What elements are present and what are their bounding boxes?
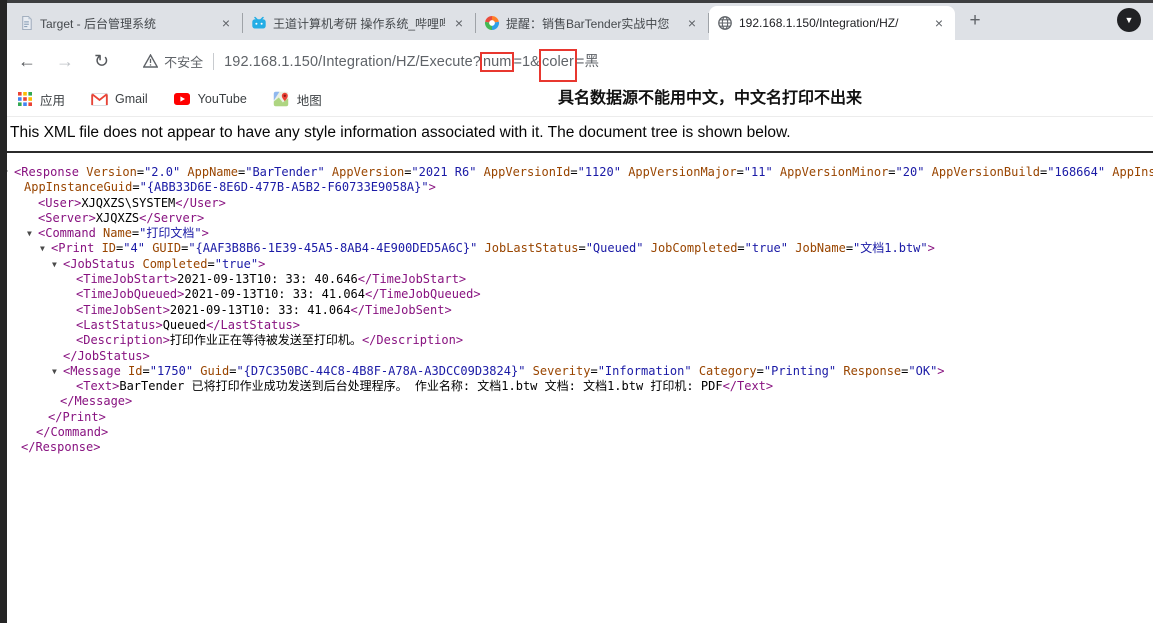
xml-line: AppInstanceGuid="{ABB33D6E-8E6D-477B-A5B…: [0, 180, 1153, 195]
document-icon: [18, 15, 34, 31]
xml-viewer-page: This XML file does not appear to have an…: [0, 117, 1153, 456]
xml-line: <Text>BarTender 已将打印作业成功发送到后台处理程序。 作业名称:…: [0, 379, 1153, 394]
url-param-highlight-box: coler: [539, 49, 577, 82]
new-tab-button[interactable]: +: [961, 7, 989, 35]
site-security-chip[interactable]: 不安全: [143, 52, 203, 71]
xml-line: <Description>打印作业正在等待被发送至打印机。</Descripti…: [0, 333, 1153, 348]
tab-title: 192.168.1.150/Integration/HZ/: [739, 16, 925, 30]
reload-icon[interactable]: ↻: [94, 52, 109, 70]
xml-line: </Print>: [0, 410, 1153, 425]
tab-title: 王道计算机考研 操作系统_哔哩哔: [273, 15, 445, 32]
tab-title: Target - 后台管理系统: [40, 15, 212, 32]
xml-line: </JobStatus>: [0, 349, 1153, 364]
bookmark-应用[interactable]: 应用: [16, 90, 65, 109]
youtube-icon: [174, 91, 191, 108]
url-field[interactable]: 192.168.1.150/Integration/HZ/Execute?num…: [224, 50, 599, 72]
tab-4[interactable]: 192.168.1.150/Integration/HZ/ ×: [709, 6, 955, 40]
url-segment: =1&: [513, 54, 540, 70]
bookmark-label: 地图: [297, 90, 322, 109]
bilibili-icon: [251, 15, 267, 31]
xml-line: ▼<Response Version="2.0" AppName="BarTen…: [0, 165, 1153, 180]
xml-line: <Server>XJQXZS</Server>: [0, 211, 1153, 226]
collapse-arrow-icon[interactable]: ▼: [40, 241, 51, 256]
bookmark-label: Gmail: [115, 92, 148, 106]
xml-line: </Response>: [0, 440, 1153, 455]
tab-2[interactable]: 王道计算机考研 操作系统_哔哩哔 ×: [243, 6, 475, 40]
url-param-highlight-box: num: [480, 52, 515, 72]
xml-line: ▼<Command Name="打印文档">: [0, 226, 1153, 241]
xml-style-notice: This XML file does not appear to have an…: [0, 117, 1153, 153]
close-tab-icon[interactable]: ×: [684, 15, 700, 31]
annotation-note: 具名数据源不能用中文，中文名打印不出来: [558, 84, 862, 108]
tab-3[interactable]: 提醒：销售BarTender实战中您 ×: [476, 6, 708, 40]
screen-left-edge: [0, 0, 7, 623]
browser-toolbar: ← → ↻ 不安全 192.168.1.150/Integration/HZ/E…: [0, 40, 1153, 82]
bookmark-YouTube[interactable]: YouTube: [174, 91, 247, 108]
tab-strip: Target - 后台管理系统×王道计算机考研 操作系统_哔哩哔×提醒：销售Ba…: [0, 0, 1153, 40]
close-tab-icon[interactable]: ×: [218, 15, 234, 31]
xml-line: <TimeJobSent>2021-09-13T10: 33: 41.064</…: [0, 303, 1153, 318]
bookmarks-container: 应用 Gmail YouTube 地图: [16, 90, 348, 109]
bookmark-label: 应用: [40, 90, 65, 109]
tab-title: 提醒：销售BarTender实战中您: [506, 15, 678, 32]
xml-line: ▼<Message Id="1750" Guid="{D7C350BC-44C8…: [0, 364, 1153, 379]
xml-line: </Command>: [0, 425, 1153, 440]
back-icon[interactable]: ←: [18, 52, 36, 70]
globe-icon: [717, 15, 733, 31]
xml-tree: ▼<Response Version="2.0" AppName="BarTen…: [0, 153, 1153, 456]
xml-line: ▼<JobStatus Completed="true">: [0, 257, 1153, 272]
maps-icon: [273, 91, 290, 108]
warning-icon: [143, 54, 158, 68]
tab-search-dropdown-button[interactable]: ▼: [1117, 8, 1141, 32]
csdn-icon: [484, 15, 500, 31]
xml-line: <User>XJQXZS\SYSTEM</User>: [0, 196, 1153, 211]
chevron-down-icon: ▼: [1125, 15, 1134, 25]
apps-grid-icon: [16, 91, 33, 108]
forward-icon[interactable]: →: [56, 52, 74, 70]
security-label: 不安全: [164, 52, 203, 71]
tab-1[interactable]: Target - 后台管理系统 ×: [10, 6, 242, 40]
omnibox-separator: [213, 53, 214, 70]
bookmark-地图[interactable]: 地图: [273, 90, 322, 109]
collapse-arrow-icon[interactable]: ▼: [52, 257, 63, 272]
close-tab-icon[interactable]: ×: [931, 15, 947, 31]
xml-line: </Message>: [0, 394, 1153, 409]
bookmark-label: YouTube: [198, 92, 247, 106]
xml-line: ▼<Print ID="4" GUID="{AAF3B8B6-1E39-45A5…: [0, 241, 1153, 256]
close-tab-icon[interactable]: ×: [451, 15, 467, 31]
xml-line: <TimeJobStart>2021-09-13T10: 33: 40.646<…: [0, 272, 1153, 287]
bookmark-Gmail[interactable]: Gmail: [91, 91, 148, 108]
xml-line: <LastStatus>Queued</LastStatus>: [0, 318, 1153, 333]
collapse-arrow-icon[interactable]: ▼: [52, 364, 63, 379]
url-segment: 192.168.1.150/Integration/HZ/Execute?: [224, 54, 481, 70]
xml-line: <TimeJobQueued>2021-09-13T10: 33: 41.064…: [0, 287, 1153, 302]
collapse-arrow-icon[interactable]: ▼: [27, 226, 38, 241]
tabs-container: Target - 后台管理系统×王道计算机考研 操作系统_哔哩哔×提醒：销售Ba…: [10, 6, 955, 40]
url-segment: =黑: [576, 54, 599, 70]
gmail-icon: [91, 91, 108, 108]
